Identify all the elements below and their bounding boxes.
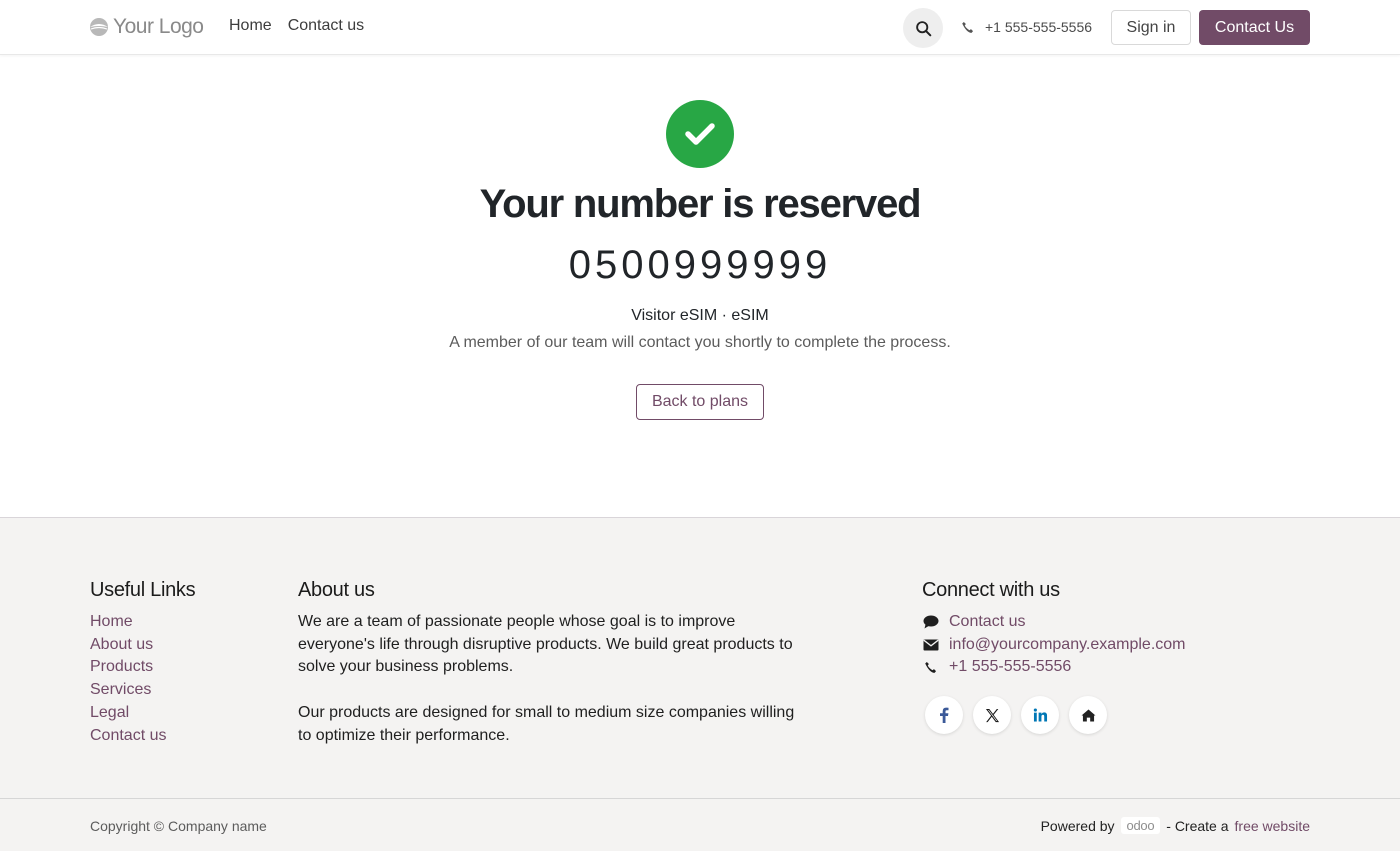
logo-text: Your Logo [113, 15, 204, 38]
sign-in-button[interactable]: Sign in [1111, 10, 1191, 45]
footer-link-contact-us[interactable]: Contact us [90, 727, 166, 744]
facebook-icon[interactable] [925, 696, 963, 734]
phone-icon [962, 21, 974, 33]
useful-links-title: Useful Links [90, 579, 196, 601]
plan-info: Visitor eSIM · eSIM [631, 307, 769, 324]
contact-us-button[interactable]: Contact Us [1199, 10, 1310, 45]
about-us-text: We are a team of passionate people whose… [298, 611, 798, 747]
footer-link-home[interactable]: Home [90, 613, 133, 630]
search-button[interactable] [903, 8, 943, 48]
home-icon[interactable] [1069, 696, 1107, 734]
connect-contact-link[interactable]: Contact us [949, 611, 1025, 634]
connect-list: Contact us info@yourcompany.example.com … [922, 611, 1186, 679]
footer-bottom-bar: Copyright © Company name Powered by odoo… [0, 798, 1400, 851]
linkedin-icon[interactable] [1021, 696, 1059, 734]
copyright-text: Copyright © Company name [90, 818, 267, 834]
powered-by: Powered by odoo - Create a free website [1041, 817, 1310, 834]
envelope-icon [922, 639, 939, 651]
back-to-plans-button[interactable]: Back to plans [636, 384, 764, 420]
useful-links-list: Home About us Products Services Legal Co… [90, 611, 166, 747]
nav-contact-us[interactable]: Contact us [288, 17, 364, 35]
chat-icon [922, 615, 939, 629]
logo[interactable]: Your Logo [89, 14, 204, 40]
connect-email-link[interactable]: info@yourcompany.example.com [949, 634, 1186, 657]
footer-link-products[interactable]: Products [90, 658, 153, 675]
about-us-title: About us [298, 579, 375, 601]
header-phone-text: +1 555-555-5556 [985, 19, 1093, 35]
connect-phone-link[interactable]: +1 555-555-5556 [949, 656, 1071, 679]
odoo-logo[interactable]: odoo [1120, 817, 1161, 834]
site-header: Your Logo Home Contact us +1 555-555-555… [0, 0, 1400, 55]
reserved-number: 0500999999 [568, 243, 832, 287]
logo-icon [89, 17, 109, 37]
about-paragraph-2: Our products are designed for small to m… [298, 703, 795, 744]
search-icon [915, 20, 931, 36]
footer-link-services[interactable]: Services [90, 681, 151, 698]
site-footer: Useful Links Home About us Products Serv… [0, 517, 1400, 799]
phone-icon [922, 661, 939, 674]
success-check-icon [666, 100, 734, 168]
main-nav: Home Contact us [229, 17, 364, 35]
connect-title: Connect with us [922, 579, 1060, 601]
about-paragraph-1: We are a team of passionate people whose… [298, 613, 793, 676]
nav-home[interactable]: Home [229, 17, 272, 35]
confirmation-description: A member of our team will contact you sh… [449, 334, 951, 351]
page-title: Your number is reserved [479, 182, 922, 226]
header-phone[interactable]: +1 555-555-5556 [961, 19, 1092, 35]
social-links [925, 696, 1107, 734]
powered-by-text: Powered by [1040, 817, 1115, 834]
x-icon[interactable] [973, 696, 1011, 734]
footer-link-about-us[interactable]: About us [90, 636, 153, 653]
footer-link-legal[interactable]: Legal [90, 704, 129, 721]
create-free-website-link[interactable]: free website [1235, 818, 1310, 834]
create-prefix-text: - Create a [1166, 817, 1229, 834]
